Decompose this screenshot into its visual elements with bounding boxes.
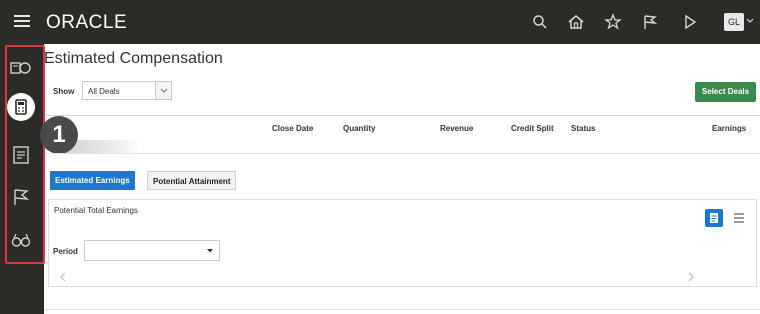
callout-number: 1 [40, 116, 78, 154]
chevron-down-icon[interactable] [200, 241, 220, 260]
tab-estimated-earnings[interactable]: Estimated Earnings [50, 171, 135, 190]
callout-badge: 1 [40, 116, 94, 154]
app-page: ORACLE GL 1 Estimated Compensation Show … [0, 0, 760, 314]
column-header-credit-split[interactable]: Credit Split [511, 124, 554, 133]
chevron-down-icon[interactable] [746, 17, 754, 25]
top-bar: ORACLE GL [0, 0, 760, 44]
period-label: Period [53, 247, 78, 256]
panel-title: Potential Total Earnings [54, 206, 138, 215]
rail-highlight-box [5, 45, 45, 264]
table-header-divider [46, 115, 760, 116]
list-view-icon[interactable] [731, 210, 747, 226]
column-header-quantity[interactable]: Quantity [343, 124, 375, 133]
scroll-right-icon[interactable] [687, 272, 695, 282]
earnings-panel: Potential Total Earnings Period [48, 199, 757, 287]
scroll-left-icon[interactable] [59, 272, 67, 282]
page-bottom-divider [44, 309, 760, 310]
table-row-divider [46, 153, 760, 154]
column-header-revenue[interactable]: Revenue [440, 124, 473, 133]
show-select-value: All Deals [88, 87, 120, 96]
brand-logo: ORACLE [46, 12, 128, 33]
user-avatar[interactable]: GL [724, 13, 744, 31]
chevron-down-icon [155, 82, 171, 99]
play-icon[interactable] [680, 12, 700, 32]
menu-icon[interactable] [14, 15, 30, 28]
column-header-status[interactable]: Status [571, 124, 595, 133]
report-icon [710, 213, 718, 223]
page-title: Estimated Compensation [44, 50, 223, 67]
flag-icon[interactable] [640, 12, 660, 32]
column-header-earnings[interactable]: Earnings [712, 124, 746, 133]
tab-potential-attainment[interactable]: Potential Attainment [147, 171, 237, 190]
select-deals-button[interactable]: Select Deals [695, 82, 756, 102]
show-select[interactable]: All Deals [82, 81, 172, 100]
show-label: Show [53, 87, 75, 96]
chart-view-button[interactable] [705, 209, 723, 227]
home-icon[interactable] [566, 12, 586, 32]
star-icon[interactable] [603, 12, 623, 32]
column-header-close-date[interactable]: Close Date [272, 124, 313, 133]
search-icon[interactable] [530, 12, 550, 32]
